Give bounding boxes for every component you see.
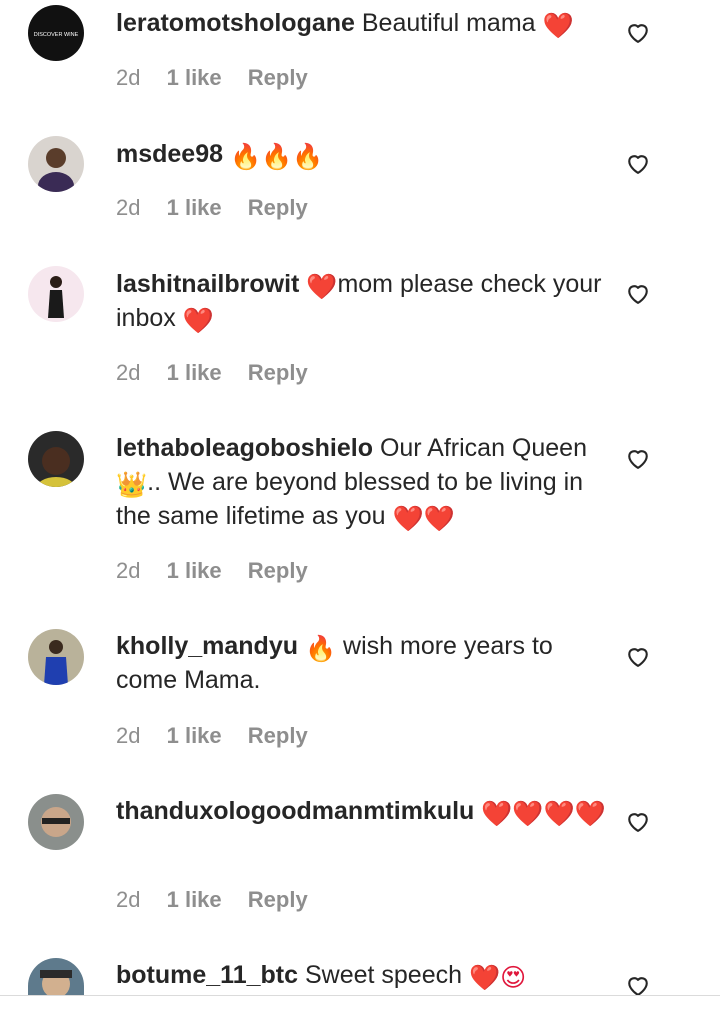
username[interactable]: botume_11_btc [116,961,298,989]
comment-text: lethaboleagoboshielo Our African Queen 👑… [116,431,606,533]
comment-time: 2d [116,65,141,90]
like-count[interactable]: 1 like [167,721,222,751]
comment-meta: 2d 1 like Reply [116,721,328,751]
comment-emoji: ❤️ [306,273,338,301]
comment-emoji: 🔥🔥🔥 [229,143,324,171]
reply-button[interactable]: Reply [248,63,308,93]
reply-button[interactable]: Reply [248,721,308,751]
comment-body: Beautiful mama [361,9,536,37]
like-count[interactable]: 1 like [167,193,222,223]
avatar[interactable] [28,958,84,995]
reply-button[interactable]: Reply [248,193,308,223]
comment-emoji: ❤️ [182,307,214,335]
comment-emoji: ❤️😍 [468,964,527,992]
comment-text: botume_11_btc Sweet speech ❤️😍 [116,958,606,992]
reply-button[interactable]: Reply [248,885,308,915]
heart-outline-icon[interactable] [624,642,652,670]
comment-meta: 2d 1 like Reply [116,193,328,223]
heart-outline-icon[interactable] [624,279,652,307]
comment-meta: 2d 1 like Reply [116,885,328,915]
svg-text:DISCOVER WINE: DISCOVER WINE [34,32,79,38]
comment-time: 2d [116,195,141,220]
heart-outline-icon[interactable] [624,971,652,995]
username[interactable]: lethaboleagoboshielo [116,434,373,462]
crown-emoji: 👑 [116,471,148,499]
like-count[interactable]: 1 like [167,63,222,93]
comment-emoji: ❤️ [542,12,574,40]
comment-emoji: ❤️❤️❤️❤️ [481,800,606,828]
comment-emoji: 🔥 [304,635,337,663]
comment-text: msdee98 🔥🔥🔥 [116,137,606,171]
like-count[interactable]: 1 like [167,885,222,915]
avatar[interactable] [28,431,84,487]
avatar[interactable] [28,794,84,850]
reply-button[interactable]: Reply [248,358,308,388]
comment-body-cont: .. We are beyond blessed to be living in… [116,468,584,530]
comment-text: thanduxologoodmanmtimkulu ❤️❤️❤️❤️ [116,794,606,828]
heart-outline-icon[interactable] [624,444,652,472]
comment-meta: 2d 1 like Reply [116,358,328,388]
comment-time: 2d [116,558,141,583]
username[interactable]: thanduxologoodmanmtimkulu [116,797,474,825]
username[interactable]: leratomotshologane [116,9,355,37]
comment-time: 2d [116,360,141,385]
reply-button[interactable]: Reply [248,556,308,586]
comment-emoji: ❤️❤️ [392,505,455,533]
username[interactable]: msdee98 [116,140,223,168]
heart-outline-icon[interactable] [624,149,652,177]
bottom-bar [0,995,720,1014]
comment-meta: 2d 1 like Reply [116,63,328,93]
comment-meta: 2d 1 like Reply [116,556,328,586]
comment-text: kholly_mandyu 🔥 wish more years to come … [116,629,606,697]
like-count[interactable]: 1 like [167,358,222,388]
username[interactable]: kholly_mandyu [116,632,298,660]
avatar[interactable]: DISCOVER WINE [28,5,84,61]
username[interactable]: lashitnailbrowit [116,270,299,298]
comment-body: Our African Queen [379,434,587,462]
comment-time: 2d [116,723,141,748]
comment-text: lashitnailbrowit ❤️mom please check your… [116,267,606,335]
comment-time: 2d [116,887,141,912]
like-count[interactable]: 1 like [167,556,222,586]
comment-body: Sweet speech [304,961,463,989]
heart-outline-icon[interactable] [624,18,652,46]
comment-text: leratomotshologane Beautiful mama ❤️ [116,6,606,40]
heart-outline-icon[interactable] [624,807,652,835]
avatar[interactable] [28,136,84,192]
avatar[interactable] [28,629,84,685]
avatar[interactable] [28,266,84,322]
